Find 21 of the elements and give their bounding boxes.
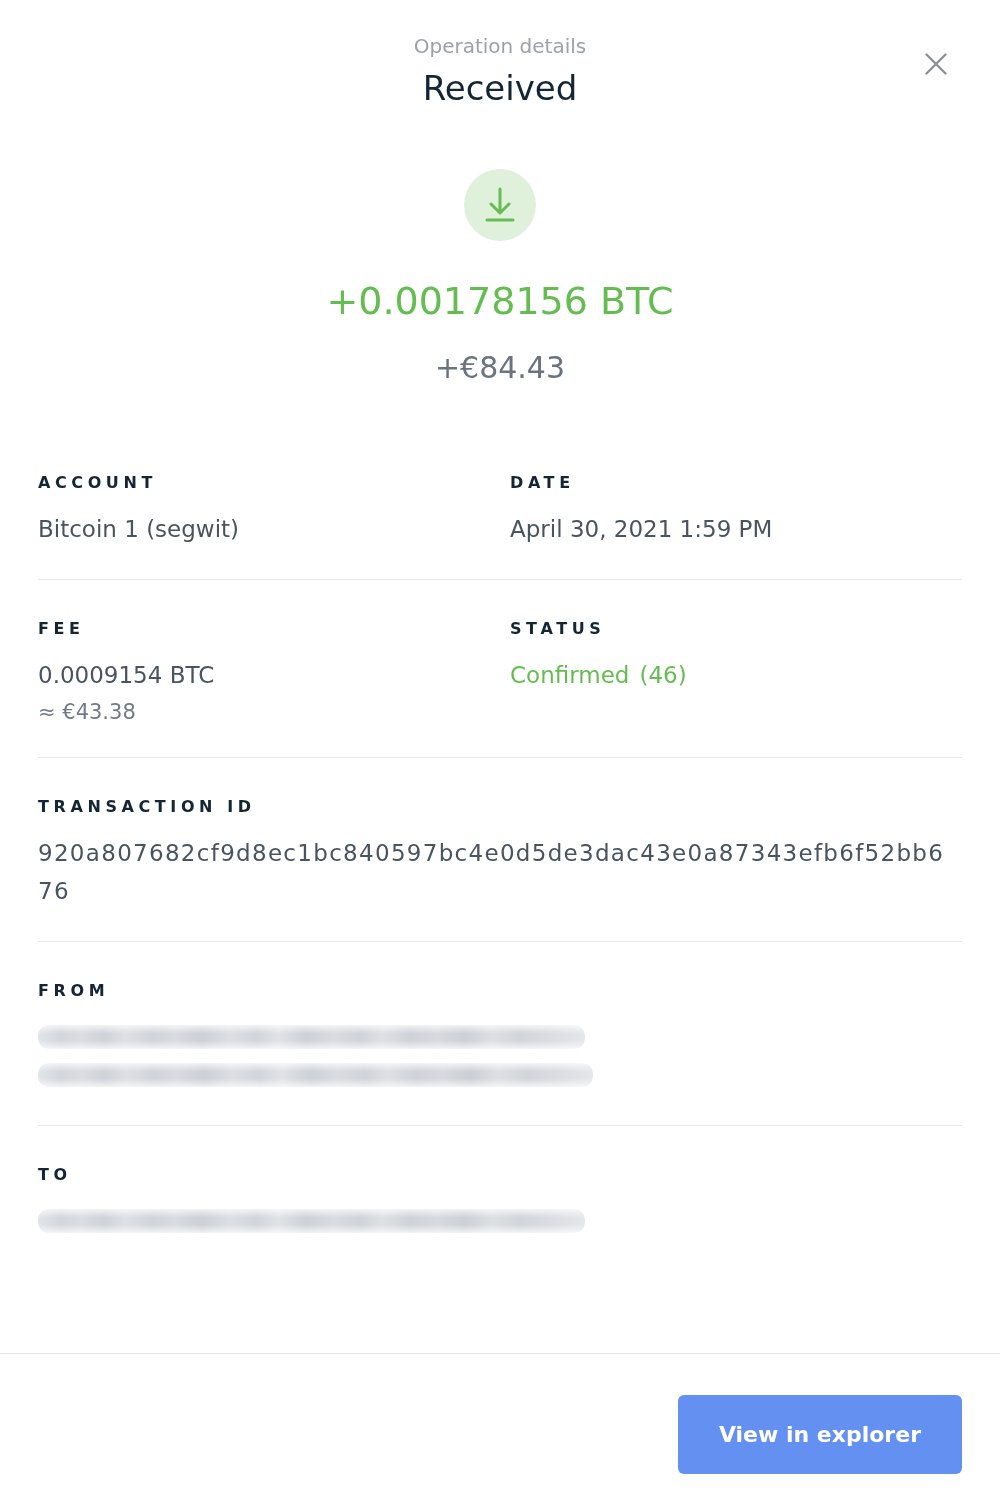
field-label: TO — [38, 1164, 72, 1186]
status-value: Confirmed — [510, 661, 630, 690]
field-label: ACCOUNT — [38, 472, 157, 494]
view-in-explorer-button[interactable]: View in explorer — [677, 1395, 962, 1474]
fiat-amount: +€84.43 — [434, 349, 566, 387]
field-value: Bitcoin 1 (segwit) — [38, 515, 240, 544]
fiat-estimate: ≈ €43.38 — [38, 699, 136, 726]
field-value: 0.0009154 BTC — [38, 661, 215, 690]
field-label: DATE — [510, 472, 575, 494]
field-label: FROM — [38, 980, 110, 1002]
dialog-title: Received — [422, 68, 578, 108]
field-label: TRANSACTION ID — [38, 796, 256, 818]
transaction-hash: 920a807682cf9d8ec1bc840597bc4e0d5de3dac43e0a87343efb6f52bb676 — [38, 839, 946, 906]
confirmation-count: (46) — [639, 661, 687, 690]
download-icon — [464, 169, 536, 241]
field-label: STATUS — [510, 618, 606, 640]
field-label: FEE — [38, 618, 85, 640]
crypto-amount: +0.00178156 BTC — [326, 278, 674, 325]
dialog-subtitle: Operation details — [413, 33, 587, 59]
close-icon — [925, 53, 947, 75]
field-value: April 30, 2021 1:59 PM — [510, 515, 773, 544]
